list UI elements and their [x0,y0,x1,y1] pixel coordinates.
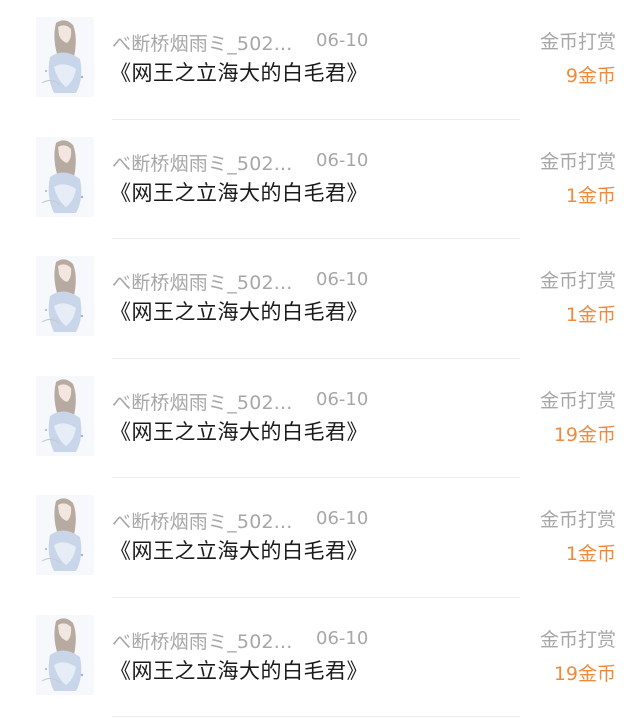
gift-type: 金币打赏 [539,31,616,53]
gift-date: 06-10 [316,149,369,171]
sender-name[interactable]: べ断桥烟雨ミ_502... [112,388,292,415]
gift-record-item[interactable]: べ断桥烟雨ミ_502... 06-10 《网王之立海大的白毛君》 金币打赏 19… [0,598,640,717]
sender-name[interactable]: べ断桥烟雨ミ_502... [112,29,292,56]
sender-name[interactable]: べ断桥烟雨ミ_502... [112,268,292,295]
avatar[interactable] [36,495,94,575]
avatar[interactable] [36,136,94,217]
gift-type: 金币打赏 [539,509,616,531]
gift-date: 06-10 [316,269,369,290]
book-title[interactable]: 《网王之立海大的白毛君》 [110,416,368,446]
book-title[interactable]: 《网王之立海大的白毛君》 [110,535,368,565]
gift-date: 06-10 [316,30,369,51]
gift-amount: 19金币 [553,662,616,685]
avatar[interactable] [36,375,94,456]
gift-amount: 1金币 [565,543,616,565]
gift-type: 金币打赏 [539,270,616,292]
gift-type: 金币打赏 [539,150,616,173]
book-title[interactable]: 《网王之立海大的白毛君》 [110,177,368,207]
avatar-illustration-icon [36,136,94,217]
gift-record-item[interactable]: べ断桥烟雨ミ_502... 06-10 《网王之立海大的白毛君》 金币打赏 1金… [0,478,640,598]
avatar-illustration-icon [36,256,94,336]
sender-name[interactable]: べ断桥烟雨ミ_502... [112,627,292,654]
avatar[interactable] [36,256,94,336]
gift-date: 06-10 [316,508,369,529]
gift-type: 金币打赏 [539,389,616,412]
sender-name[interactable]: べ断桥烟雨ミ_502... [112,507,292,534]
gift-type: 金币打赏 [539,628,616,651]
gift-amount: 19金币 [553,423,616,446]
book-title[interactable]: 《网王之立海大的白毛君》 [110,296,368,326]
book-title[interactable]: 《网王之立海大的白毛君》 [110,655,368,685]
gift-date: 06-10 [316,388,369,410]
avatar-illustration-icon [36,614,94,695]
gift-record-item[interactable]: べ断桥烟雨ミ_502... 06-10 《网王之立海大的白毛君》 金币打赏 1金… [0,120,640,239]
gift-amount: 1金币 [565,304,616,326]
avatar-illustration-icon [36,375,94,456]
avatar-illustration-icon [36,495,94,575]
avatar-illustration-icon [36,17,94,97]
gift-amount: 1金币 [565,184,616,207]
gift-record-item[interactable]: べ断桥烟雨ミ_502... 06-10 《网王之立海大的白毛君》 金币打赏 9金… [0,0,640,120]
gift-amount: 9金币 [565,65,616,87]
row-divider [112,716,520,717]
gift-record-list: べ断桥烟雨ミ_502... 06-10 《网王之立海大的白毛君》 金币打赏 9金… [0,0,640,717]
avatar[interactable] [36,614,94,695]
gift-date: 06-10 [316,627,369,649]
gift-record-item[interactable]: べ断桥烟雨ミ_502... 06-10 《网王之立海大的白毛君》 金币打赏 1金… [0,239,640,359]
avatar[interactable] [36,17,94,97]
book-title[interactable]: 《网王之立海大的白毛君》 [110,57,368,87]
gift-record-item[interactable]: べ断桥烟雨ミ_502... 06-10 《网王之立海大的白毛君》 金币打赏 19… [0,359,640,478]
sender-name[interactable]: べ断桥烟雨ミ_502... [112,149,292,176]
